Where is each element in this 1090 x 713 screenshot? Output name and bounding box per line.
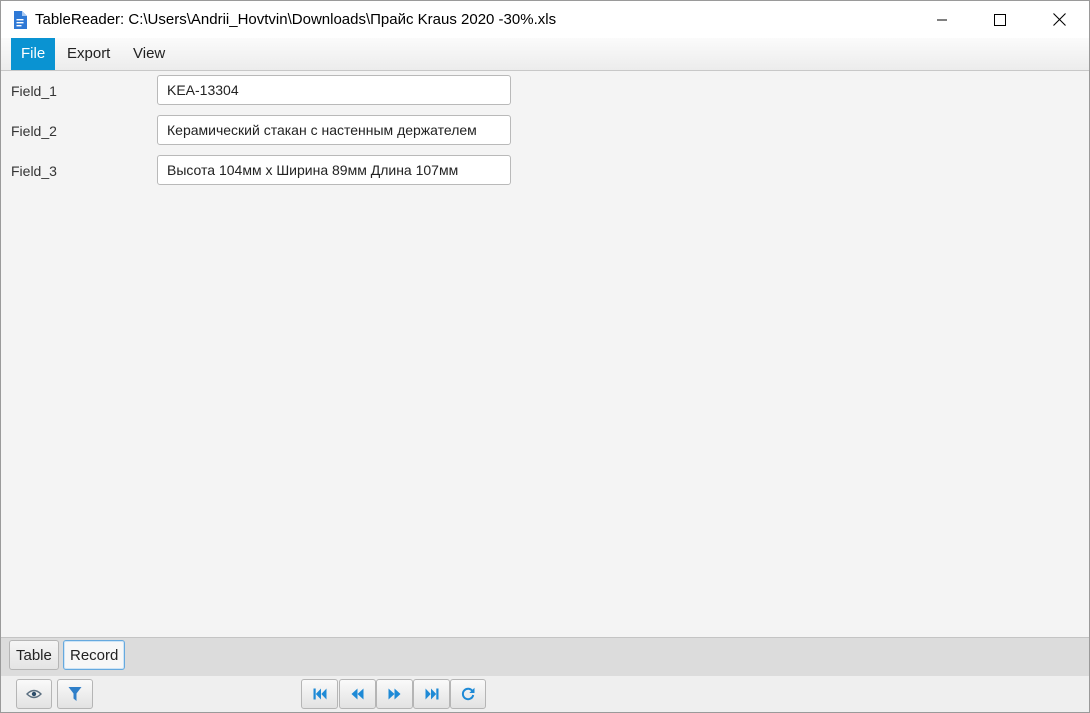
last-record-button[interactable] — [413, 679, 450, 709]
title-bar: TableReader: C:\Users\Andrii_Hovtvin\Dow… — [1, 1, 1089, 38]
refresh-button[interactable] — [450, 679, 486, 709]
close-button[interactable] — [1036, 1, 1082, 38]
previous-record-icon — [351, 688, 364, 700]
app-window: TableReader: C:\Users\Andrii_Hovtvin\Dow… — [0, 0, 1090, 713]
first-record-icon — [313, 688, 327, 700]
field-1-input[interactable] — [157, 75, 511, 105]
refresh-icon — [461, 687, 475, 701]
last-record-icon — [425, 688, 439, 700]
filter-button[interactable] — [57, 679, 93, 709]
window-title: TableReader: C:\Users\Andrii_Hovtvin\Dow… — [35, 11, 557, 28]
maximize-icon — [994, 13, 1006, 26]
close-icon — [1052, 13, 1066, 26]
eye-icon — [26, 689, 42, 699]
toggle-visibility-button[interactable] — [16, 679, 52, 709]
next-record-button[interactable] — [376, 679, 413, 709]
next-record-icon — [388, 688, 401, 700]
previous-record-button[interactable] — [339, 679, 376, 709]
document-icon — [13, 11, 27, 29]
maximize-button[interactable] — [977, 1, 1023, 38]
menu-bar: File Export View — [1, 38, 1089, 71]
bottom-toolbar — [1, 676, 1089, 712]
menu-view[interactable]: View — [123, 38, 175, 70]
tab-record[interactable]: Record — [63, 640, 126, 670]
menu-file[interactable]: File — [11, 38, 56, 70]
minimize-icon — [936, 14, 948, 26]
field-2-label: Field_2 — [11, 123, 57, 139]
first-record-button[interactable] — [301, 679, 338, 709]
field-3-input[interactable] — [157, 155, 511, 185]
menu-export[interactable]: Export — [57, 38, 120, 70]
minimize-button[interactable] — [919, 1, 965, 38]
tab-table[interactable]: Table — [9, 640, 59, 670]
field-2-input[interactable] — [157, 115, 511, 145]
field-3-label: Field_3 — [11, 163, 57, 179]
field-1-label: Field_1 — [11, 83, 57, 99]
view-tab-bar: Table Record — [1, 637, 1089, 677]
filter-icon — [68, 686, 82, 702]
